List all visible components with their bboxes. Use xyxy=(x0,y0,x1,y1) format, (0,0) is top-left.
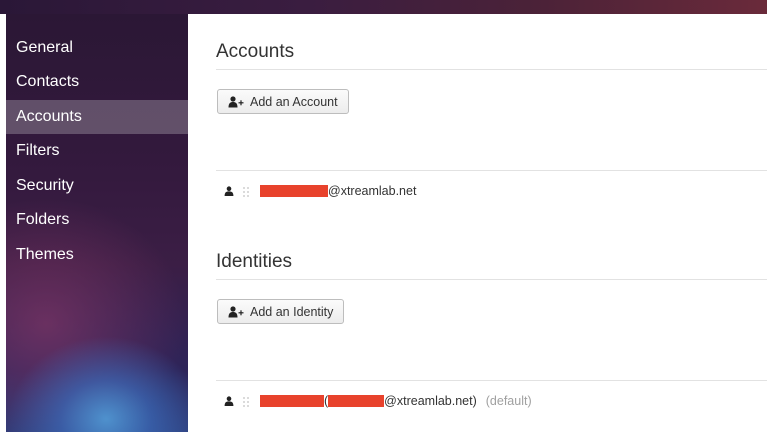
redacted-username xyxy=(260,185,328,197)
user-icon xyxy=(224,186,234,196)
identity-email-domain: @xtreamlab.net) xyxy=(384,394,477,408)
add-account-button[interactable]: Add an Account xyxy=(217,89,349,114)
account-row[interactable]: @xtreamlab.net xyxy=(216,170,767,212)
identity-row[interactable]: ( @xtreamlab.net) (default) xyxy=(216,380,767,422)
sidebar-item-folders[interactable]: Folders xyxy=(6,203,188,237)
accounts-divider xyxy=(216,69,767,70)
drag-handle-icon[interactable] xyxy=(242,395,250,407)
sidebar-item-general[interactable]: General xyxy=(6,31,188,65)
sidebar-item-security[interactable]: Security xyxy=(6,169,188,203)
default-tag: (default) xyxy=(485,394,532,408)
window-backdrop xyxy=(0,0,767,14)
identities-divider xyxy=(216,279,767,280)
sidebar-item-themes[interactable]: Themes xyxy=(6,238,188,272)
accounts-title: Accounts xyxy=(216,41,295,62)
add-identity-button[interactable]: Add an Identity xyxy=(217,299,345,324)
sidebar-item-contacts[interactable]: Contacts xyxy=(6,65,188,99)
user-icon xyxy=(224,396,234,406)
redacted-identity-username xyxy=(328,395,385,407)
settings-content: Accounts Add an Account @xtreamlab.net I… xyxy=(188,14,767,432)
sidebar-item-accounts[interactable]: Accounts xyxy=(6,100,188,134)
add-user-icon xyxy=(228,95,244,108)
add-account-label: Add an Account xyxy=(250,94,338,109)
add-user-icon xyxy=(228,305,244,318)
add-identity-label: Add an Identity xyxy=(250,304,334,319)
settings-window: General Contacts Accounts Filters Securi… xyxy=(0,0,767,432)
account-email-domain: @xtreamlab.net xyxy=(328,184,417,198)
redacted-identity-name xyxy=(260,395,324,407)
settings-sidebar: General Contacts Accounts Filters Securi… xyxy=(6,14,188,432)
sidebar-item-filters[interactable]: Filters xyxy=(6,134,188,168)
identities-title: Identities xyxy=(216,251,293,272)
drag-handle-icon[interactable] xyxy=(242,185,250,197)
